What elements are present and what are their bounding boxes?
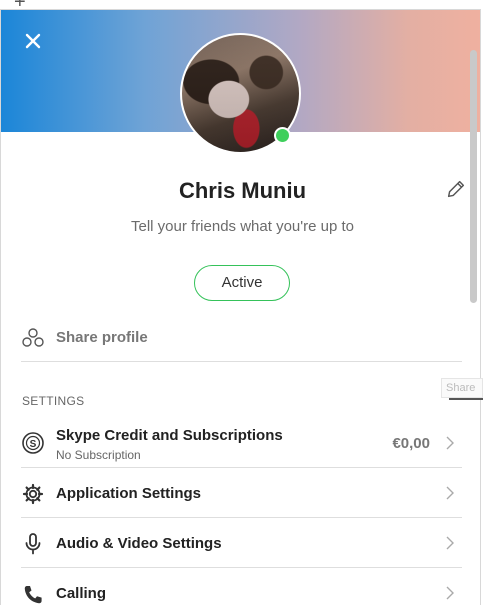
share-tooltip: Share	[441, 378, 483, 398]
credit-balance: €0,00	[392, 435, 430, 452]
settings-item-application[interactable]: Application Settings	[21, 468, 462, 518]
settings-item-calling[interactable]: Calling	[21, 568, 462, 605]
phone-icon	[21, 583, 45, 605]
settings-item-label: Calling	[56, 585, 107, 602]
settings-item-label: Skype Credit and Subscriptions	[56, 427, 283, 444]
chevron-right-icon	[444, 535, 456, 551]
chevron-right-icon	[444, 485, 456, 501]
close-icon	[25, 33, 41, 49]
chevron-right-icon	[444, 585, 456, 601]
subscription-status: No Subscription	[56, 448, 141, 462]
mood-message-input[interactable]: Tell your friends what you're up to	[1, 218, 480, 235]
skype-credit-icon: S	[21, 431, 45, 455]
share-profile-icon	[21, 326, 45, 350]
status-button[interactable]: Active	[194, 265, 290, 301]
profile-panel: Chris Muniu Tell your friends what you'r…	[0, 9, 481, 605]
settings-item-label: Application Settings	[56, 485, 202, 502]
share-profile-button[interactable]: Share profile	[21, 322, 462, 362]
pencil-icon	[447, 180, 465, 198]
gear-icon	[21, 482, 45, 506]
presence-indicator	[274, 127, 291, 144]
settings-item-skype-credit[interactable]: S Skype Credit and Subscriptions No Subs…	[21, 417, 462, 468]
settings-section-label: SETTINGS	[22, 394, 85, 408]
share-profile-label: Share profile	[56, 329, 148, 346]
close-button[interactable]	[21, 29, 45, 53]
tooltip-divider	[449, 398, 483, 400]
microphone-icon	[21, 532, 45, 556]
scrollbar-thumb[interactable]	[470, 50, 477, 303]
svg-text:S: S	[30, 439, 37, 450]
settings-item-audio-video[interactable]: Audio & Video Settings	[21, 518, 462, 568]
chevron-right-icon	[444, 435, 456, 451]
edit-name-button[interactable]	[445, 178, 467, 200]
profile-name: Chris Muniu	[178, 178, 307, 203]
settings-item-label: Audio & Video Settings	[56, 535, 222, 552]
